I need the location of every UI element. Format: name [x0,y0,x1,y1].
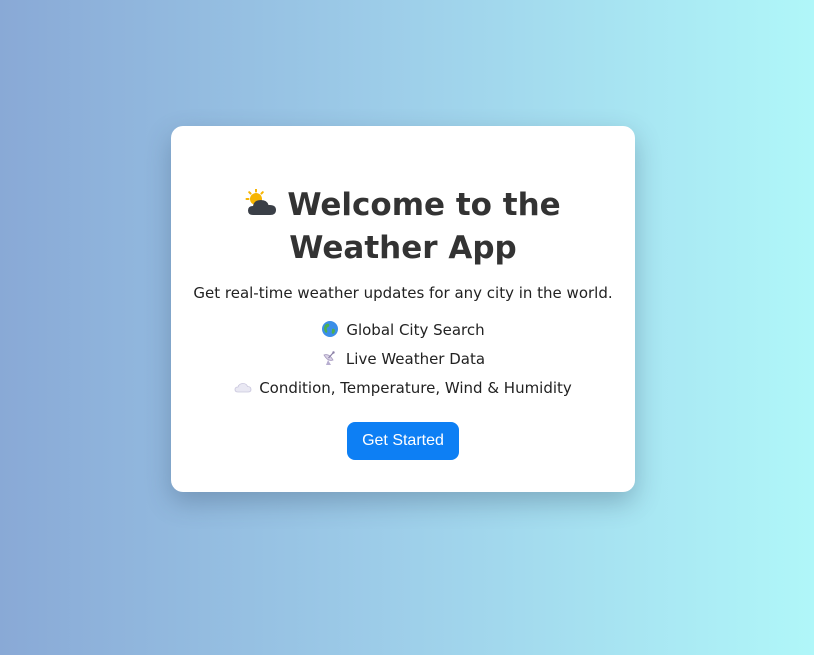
globe-icon [321,320,339,338]
subtitle: Get real-time weather updates for any ci… [193,284,613,302]
sun-behind-cloud-icon [245,189,279,217]
feature-list: Global City Search Live Weather Data Con… [171,320,635,407]
cloud-icon [234,378,252,396]
title-line-2: Weather App [289,230,517,266]
feature-label: Condition, Temperature, Wind & Humidity [259,379,572,397]
feature-label: Live Weather Data [345,350,486,368]
feature-item-conditions: Condition, Temperature, Wind & Humidity [171,378,635,407]
feature-item-global-search: Global City Search [171,320,635,349]
feature-label: Global City Search [346,321,485,339]
feature-item-live-data: Live Weather Data [171,349,635,378]
get-started-button[interactable]: Get Started [347,422,459,460]
title-line-1: Welcome to the [287,187,561,223]
page-title: Welcome to the Weather App [171,184,635,270]
welcome-card: Welcome to the Weather App Get real-time… [171,126,635,492]
satellite-antenna-icon [321,349,339,367]
